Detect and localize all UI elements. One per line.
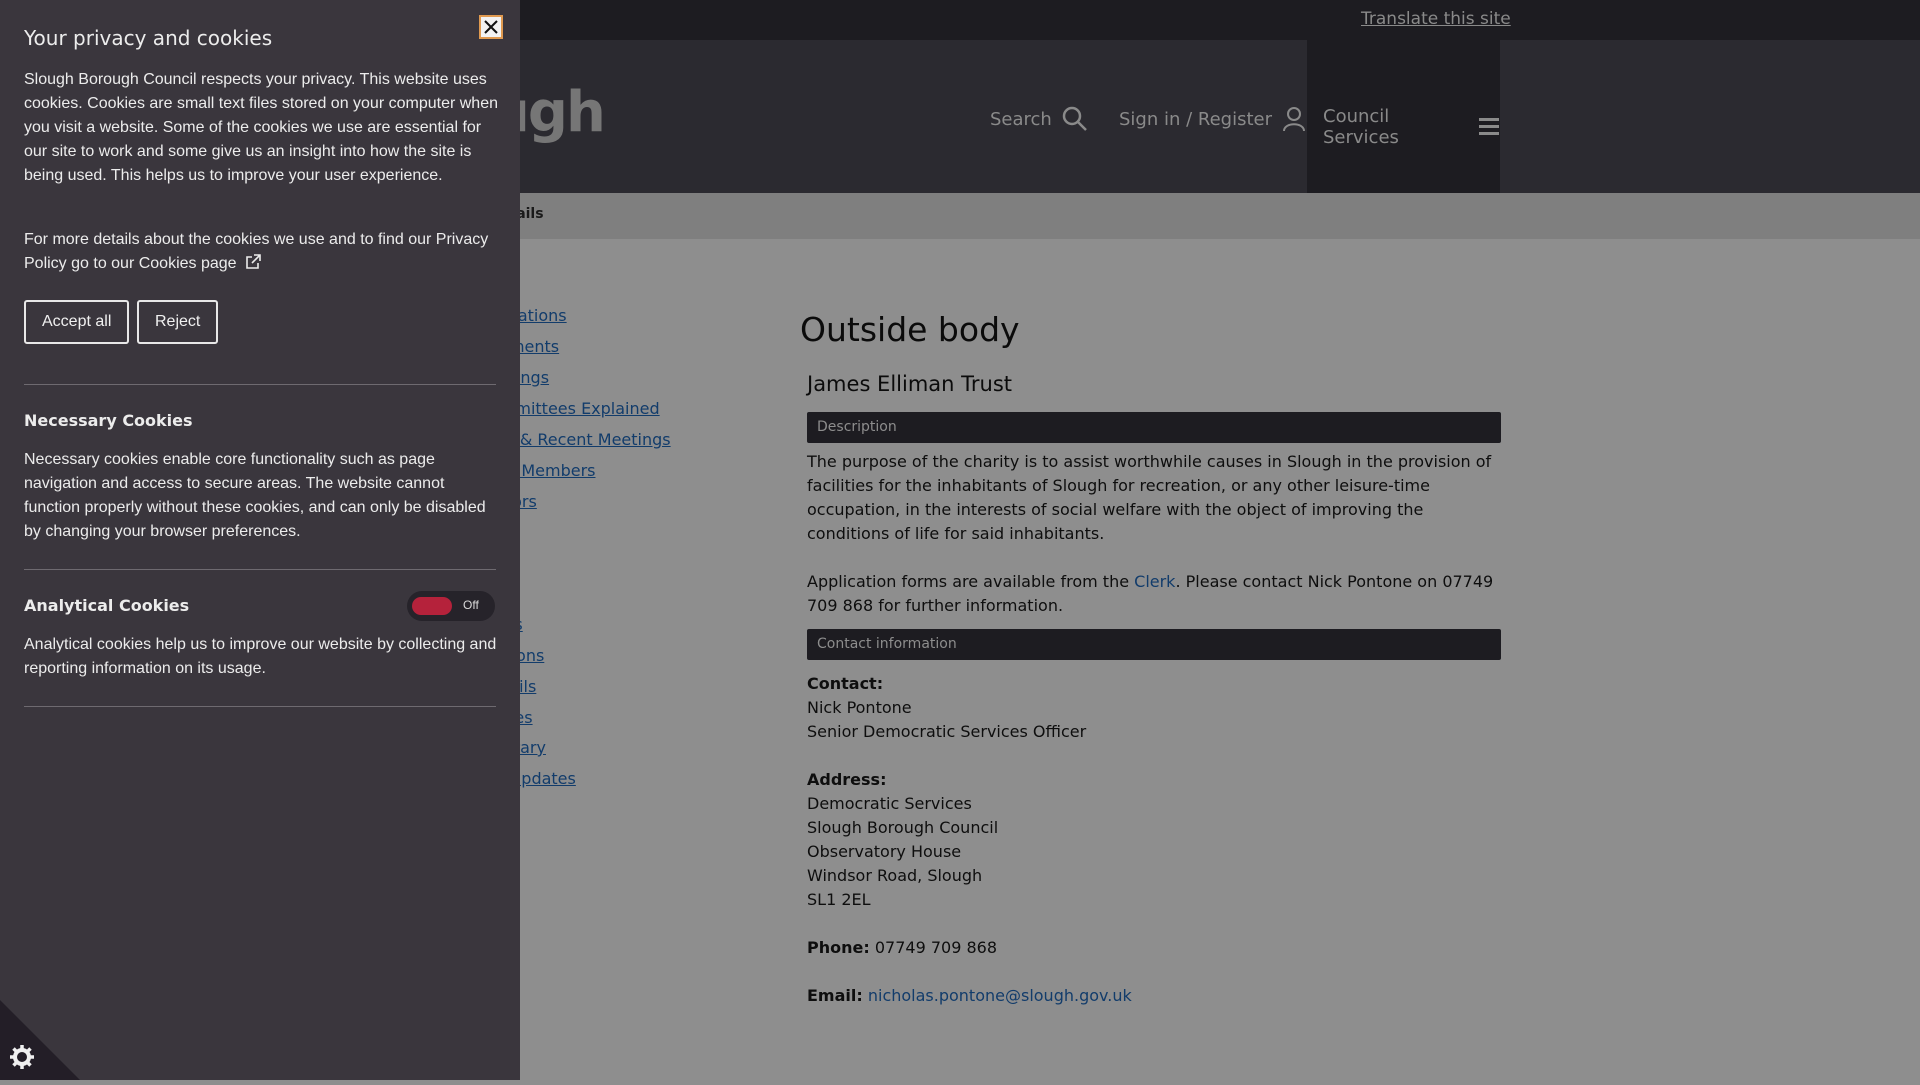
accept-all-button[interactable]: Accept all xyxy=(24,300,130,344)
address-line: Observatory House xyxy=(807,842,962,861)
address-line: SL1 2EL xyxy=(807,890,871,909)
application-text: Application forms are available from the… xyxy=(807,570,1501,618)
analytical-cookies-text: Analytical cookies help us to improve ou… xyxy=(24,636,497,677)
application-prefix: Application forms are available from the xyxy=(807,572,1135,591)
phone-label: Phone: xyxy=(807,938,870,957)
address-line: Slough Borough Council xyxy=(807,818,999,837)
translate-link[interactable]: Translate this site xyxy=(1361,9,1511,29)
cookie-consent-panel: Your privacy and cookies Slough Borough … xyxy=(0,0,520,1080)
search-icon xyxy=(1062,106,1088,132)
council-services-panel: Council Services xyxy=(1307,40,1500,193)
contact-label: Contact: xyxy=(807,674,884,693)
close-button[interactable] xyxy=(479,15,503,39)
email-link[interactable]: nicholas.pontone@slough.gov.uk xyxy=(868,986,1132,1005)
necessary-cookies-text: Necessary cookies enable core functional… xyxy=(24,451,486,540)
external-link-icon xyxy=(245,254,261,278)
user-icon xyxy=(1282,106,1306,132)
cookie-settings-icon xyxy=(0,1000,80,1080)
description-heading-label: Description xyxy=(817,419,897,435)
contact-heading-label: Contact information xyxy=(817,636,957,652)
divider xyxy=(24,569,496,570)
council-services-button[interactable]: Council Services xyxy=(1323,106,1500,148)
cookie-settings-button[interactable] xyxy=(0,1000,80,1080)
description-paragraph: The purpose of the charity is to assist … xyxy=(807,452,1492,543)
email-label: Email: xyxy=(807,986,863,1005)
application-paragraph: Application forms are available from the… xyxy=(807,570,1501,618)
toggle-state-label: Off xyxy=(463,598,479,612)
sign-in-register-button[interactable]: Sign in / Register xyxy=(1119,106,1306,132)
search-label: Search xyxy=(990,108,1052,130)
analytical-cookies-description: Analytical cookies help us to improve ou… xyxy=(24,633,500,681)
contact-role: Senior Democratic Services Officer xyxy=(807,722,1087,741)
contact-details: Contact: Nick Pontone Senior Democratic … xyxy=(807,672,1501,1008)
contact-information-heading: Contact information xyxy=(807,629,1501,660)
analytical-cookies-toggle[interactable]: Off xyxy=(407,591,495,621)
cookie-more-details: For more details about the cookies we us… xyxy=(24,228,500,278)
address-label: Address: xyxy=(807,770,887,789)
toggle-knob xyxy=(412,597,452,615)
necessary-cookies-title: Necessary Cookies xyxy=(24,411,193,430)
divider xyxy=(24,706,496,707)
cookie-panel-title: Your privacy and cookies xyxy=(24,26,273,50)
cookie-intro-text: Slough Borough Council respects your pri… xyxy=(24,71,498,184)
divider xyxy=(24,384,496,385)
phone-value: 07749 709 868 xyxy=(874,938,997,957)
cookie-intro: Slough Borough Council respects your pri… xyxy=(24,68,500,188)
clerk-link[interactable]: Clerk xyxy=(1134,572,1175,591)
outside-body-name: James Elliman Trust xyxy=(807,372,1012,396)
sign-in-label: Sign in / Register xyxy=(1119,108,1273,130)
page-title: Outside body xyxy=(800,310,1020,349)
necessary-cookies-description: Necessary cookies enable core functional… xyxy=(24,448,500,544)
description-heading: Description xyxy=(807,412,1501,443)
search-button[interactable]: Search xyxy=(990,106,1088,132)
close-icon xyxy=(484,20,498,34)
address-line: Windsor Road, Slough xyxy=(807,866,983,885)
council-services-label: Council Services xyxy=(1323,106,1399,148)
reject-button[interactable]: Reject xyxy=(137,300,219,344)
address-line: Democratic Services xyxy=(807,794,972,813)
hamburger-menu-icon xyxy=(1478,116,1500,138)
contact-name: Nick Pontone xyxy=(807,698,912,717)
analytical-cookies-title: Analytical Cookies xyxy=(24,596,190,615)
description-text: The purpose of the charity is to assist … xyxy=(807,450,1501,546)
